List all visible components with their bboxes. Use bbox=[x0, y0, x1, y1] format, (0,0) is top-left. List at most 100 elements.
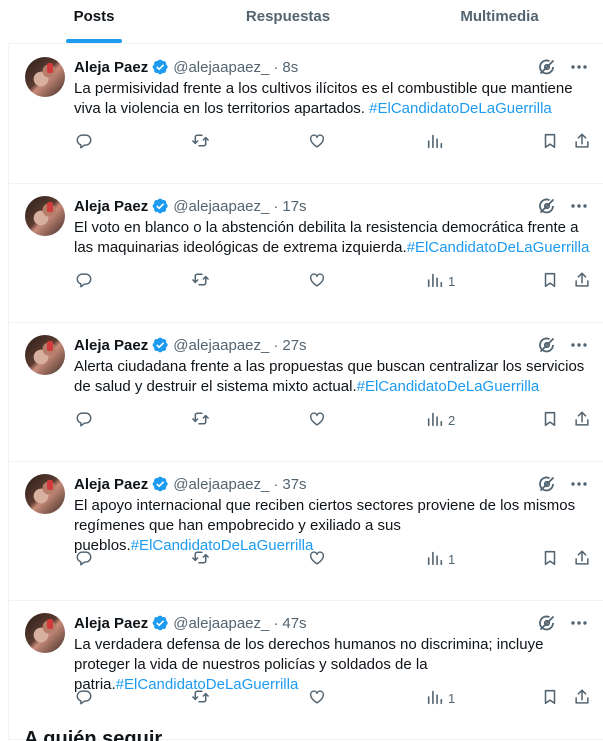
bookmark-button[interactable] bbox=[541, 688, 559, 709]
reply-button[interactable] bbox=[75, 132, 93, 153]
verified-badge-icon[interactable] bbox=[151, 336, 169, 354]
more-icon[interactable] bbox=[569, 335, 589, 355]
reply-button[interactable] bbox=[75, 549, 93, 570]
views-button[interactable]: 1 bbox=[426, 271, 456, 292]
tweet-time[interactable]: 17s bbox=[282, 198, 306, 215]
reply-button[interactable] bbox=[75, 271, 93, 292]
tweet[interactable]: Aleja Paez @alejaapaez_ · 37s El apoyo i… bbox=[9, 462, 603, 601]
views-button[interactable]: 1 bbox=[426, 549, 456, 570]
like-button[interactable] bbox=[308, 410, 326, 431]
grok-icon[interactable] bbox=[537, 474, 557, 494]
share-button[interactable] bbox=[573, 410, 591, 431]
retweet-button[interactable] bbox=[191, 131, 210, 153]
share-button[interactable] bbox=[573, 132, 591, 153]
separator-dot: · bbox=[273, 58, 279, 76]
retweet-button[interactable] bbox=[191, 687, 210, 709]
bookmark-button[interactable] bbox=[541, 410, 559, 431]
like-button[interactable] bbox=[308, 688, 326, 709]
grok-icon[interactable] bbox=[537, 57, 557, 77]
retweet-button[interactable] bbox=[191, 270, 210, 292]
more-icon[interactable] bbox=[569, 57, 589, 77]
like-icon bbox=[308, 132, 326, 153]
tweet-body: Aleja Paez @alejaapaez_ · 8s La permisiv… bbox=[74, 57, 589, 119]
views-button[interactable] bbox=[426, 132, 456, 153]
author-name[interactable]: Aleja Paez bbox=[74, 615, 148, 632]
more-icon[interactable] bbox=[569, 474, 589, 494]
tweet-header: Aleja Paez @alejaapaez_ · 47s bbox=[74, 613, 589, 633]
tweet-header-actions bbox=[537, 474, 589, 494]
grok-icon[interactable] bbox=[537, 335, 557, 355]
retweet-button[interactable] bbox=[191, 548, 210, 570]
share-button[interactable] bbox=[573, 549, 591, 570]
avatar-detail bbox=[47, 619, 53, 629]
retweet-icon bbox=[191, 409, 210, 431]
tweet-header: Aleja Paez @alejaapaez_ · 8s bbox=[74, 57, 589, 77]
verified-badge-icon[interactable] bbox=[151, 475, 169, 493]
grok-icon[interactable] bbox=[537, 613, 557, 633]
views-button[interactable]: 2 bbox=[426, 410, 456, 431]
more-icon[interactable] bbox=[569, 613, 589, 633]
tweet-text: La verdadera defensa de los derechos hum… bbox=[74, 635, 596, 695]
bookmark-button[interactable] bbox=[541, 549, 559, 570]
like-icon bbox=[308, 410, 326, 431]
share-icon bbox=[573, 688, 591, 709]
avatar-detail bbox=[47, 341, 53, 351]
tweet[interactable]: Aleja Paez @alejaapaez_ · 47s La verdade… bbox=[9, 601, 603, 740]
verified-badge-icon[interactable] bbox=[151, 614, 169, 632]
more-icon[interactable] bbox=[569, 196, 589, 216]
reply-button[interactable] bbox=[75, 688, 93, 709]
author-name[interactable]: Aleja Paez bbox=[74, 337, 148, 354]
retweet-icon bbox=[191, 548, 210, 570]
reply-button[interactable] bbox=[75, 410, 93, 431]
share-button[interactable] bbox=[573, 688, 591, 709]
tweet-body: Aleja Paez @alejaapaez_ · 17s El voto en… bbox=[74, 196, 589, 258]
bookmark-button[interactable] bbox=[541, 132, 559, 153]
views-icon bbox=[426, 410, 444, 431]
who-to-follow-heading: A quién seguir bbox=[24, 728, 163, 741]
tweet-time[interactable]: 47s bbox=[282, 615, 306, 632]
hashtag-link[interactable]: #ElCandidatoDeLaGuerrilla bbox=[357, 378, 540, 395]
views-icon bbox=[426, 271, 444, 292]
verified-badge-icon[interactable] bbox=[151, 197, 169, 215]
tweet[interactable]: Aleja Paez @alejaapaez_ · 17s El voto en… bbox=[9, 184, 603, 323]
share-icon bbox=[573, 271, 591, 292]
tweet-time[interactable]: 27s bbox=[282, 337, 306, 354]
bookmark-button[interactable] bbox=[541, 271, 559, 292]
author-handle[interactable]: @alejaapaez_ bbox=[173, 337, 269, 354]
author-name[interactable]: Aleja Paez bbox=[74, 59, 148, 76]
author-handle[interactable]: @alejaapaez_ bbox=[173, 198, 269, 215]
tweet-time[interactable]: 8s bbox=[282, 59, 298, 76]
avatar[interactable] bbox=[25, 613, 65, 653]
separator-dot: · bbox=[273, 475, 279, 493]
author-name[interactable]: Aleja Paez bbox=[74, 476, 148, 493]
grok-icon[interactable] bbox=[537, 196, 557, 216]
retweet-icon bbox=[191, 270, 210, 292]
share-button[interactable] bbox=[573, 271, 591, 292]
tab-multimedia[interactable]: Multimedia bbox=[396, 0, 603, 43]
like-button[interactable] bbox=[308, 549, 326, 570]
separator-dot: · bbox=[273, 336, 279, 354]
like-button[interactable] bbox=[308, 132, 326, 153]
like-button[interactable] bbox=[308, 271, 326, 292]
avatar[interactable] bbox=[25, 474, 65, 514]
retweet-button[interactable] bbox=[191, 409, 210, 431]
tweet-body: Aleja Paez @alejaapaez_ · 27s Alerta ciu… bbox=[74, 335, 589, 397]
hashtag-link[interactable]: #ElCandidatoDeLaGuerrilla bbox=[369, 100, 552, 117]
tab-posts[interactable]: Posts bbox=[8, 0, 180, 43]
author-handle[interactable]: @alejaapaez_ bbox=[173, 59, 269, 76]
verified-badge-icon[interactable] bbox=[151, 58, 169, 76]
avatar[interactable] bbox=[25, 57, 65, 97]
avatar[interactable] bbox=[25, 335, 65, 375]
author-handle[interactable]: @alejaapaez_ bbox=[173, 476, 269, 493]
views-button[interactable]: 1 bbox=[426, 688, 456, 709]
tab-respuestas[interactable]: Respuestas bbox=[180, 0, 396, 43]
author-name[interactable]: Aleja Paez bbox=[74, 198, 148, 215]
hashtag-link[interactable]: #ElCandidatoDeLaGuerrilla bbox=[407, 239, 590, 256]
tweet-time[interactable]: 37s bbox=[282, 476, 306, 493]
author-handle[interactable]: @alejaapaez_ bbox=[173, 615, 269, 632]
avatar[interactable] bbox=[25, 196, 65, 236]
tweet[interactable]: Aleja Paez @alejaapaez_ · 8s La permisiv… bbox=[9, 45, 603, 184]
bookmark-icon bbox=[541, 410, 559, 431]
tweet[interactable]: Aleja Paez @alejaapaez_ · 27s Alerta ciu… bbox=[9, 323, 603, 462]
views-icon bbox=[426, 549, 444, 570]
